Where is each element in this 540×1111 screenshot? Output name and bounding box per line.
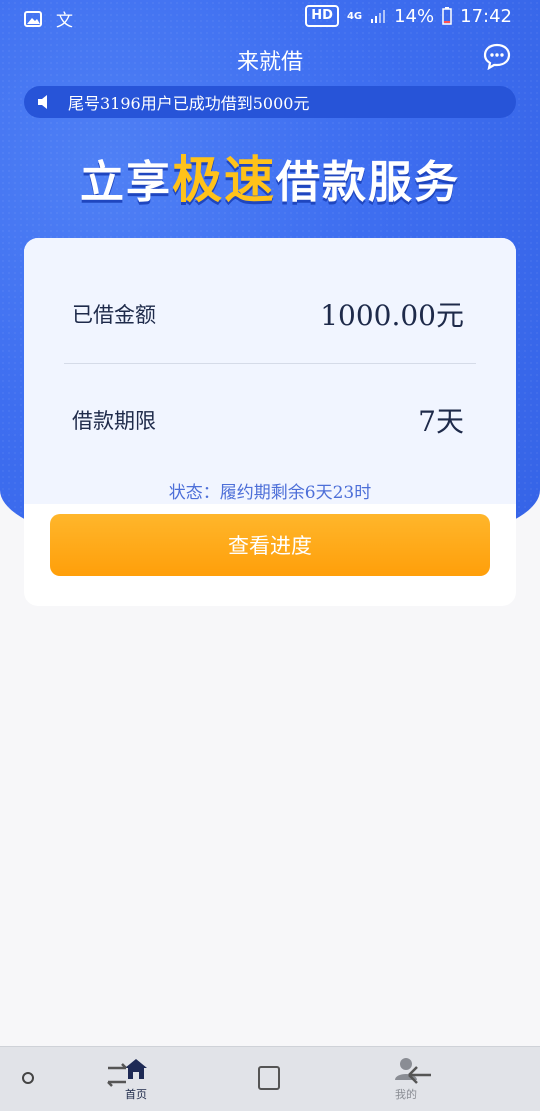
chat-bubble-icon[interactable] — [482, 42, 512, 70]
translate-icon: 文 — [56, 11, 73, 31]
amount-value: 1000.00元 — [320, 299, 464, 332]
loan-card-info — [24, 238, 516, 504]
view-progress-button[interactable]: 查看进度 — [50, 514, 490, 576]
loan-status: 状态：履约期剩余6天23时 — [168, 483, 372, 503]
slogan-part2: 借款服务 — [276, 157, 460, 208]
amount-label: 已借金额 — [72, 303, 156, 327]
term-value: 7天 — [418, 405, 464, 438]
system-back-alt-icon[interactable] — [102, 1062, 132, 1088]
battery-icon — [442, 7, 452, 25]
system-assistant-icon[interactable] — [22, 1072, 34, 1084]
ticker-text: 尾号3196用户已成功借到5000元 — [68, 94, 310, 113]
divider — [64, 363, 476, 364]
term-label: 借款期限 — [72, 409, 156, 433]
clock: 17:42 — [460, 5, 512, 27]
amount-row: 已借金额 1000.00元 — [72, 294, 464, 334]
nav-label-home: 首页 — [125, 1088, 147, 1101]
network-type: 4G — [346, 10, 363, 22]
slogan-part1: 立享 — [80, 157, 172, 208]
signal-icon — [371, 10, 386, 23]
term-row: 借款期限 7天 — [72, 400, 464, 440]
slogan-highlight: 极速 — [172, 151, 276, 209]
status-bar: 文 HD 4G 14% 17:42 — [0, 0, 540, 34]
speaker-icon — [38, 95, 47, 109]
image-icon — [24, 10, 42, 27]
battery-percent: 14% — [394, 5, 435, 27]
promo-slogan: 立享极速借款服务 — [0, 140, 540, 212]
page-title: 来就借 — [236, 50, 303, 75]
system-back-icon[interactable] — [405, 1063, 433, 1087]
nav-label-mine: 我的 — [395, 1088, 417, 1101]
hd-badge: HD — [305, 5, 339, 27]
announcement-ticker[interactable]: 尾号3196用户已成功借到5000元 — [24, 86, 516, 118]
system-recents-icon[interactable] — [258, 1066, 280, 1090]
